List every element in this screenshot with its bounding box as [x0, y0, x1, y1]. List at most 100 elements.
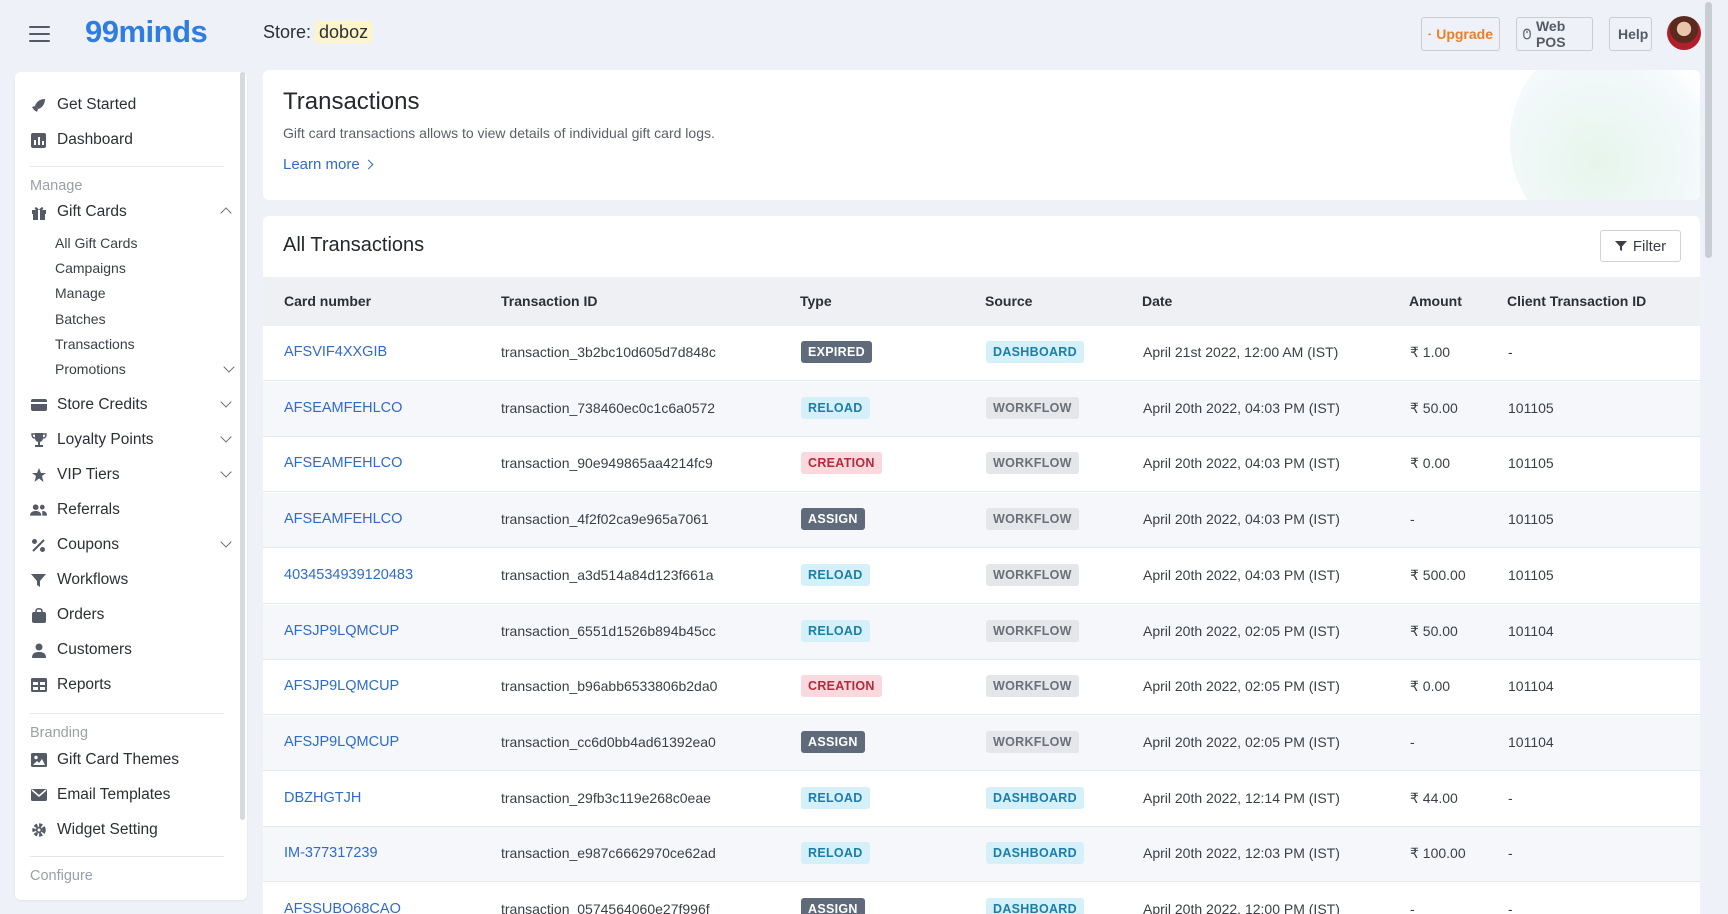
cell-card-number[interactable]: AFSJP9LQMCUP [284, 734, 399, 750]
cell-client-transaction-id: 101105 [1508, 566, 1554, 583]
table-row[interactable]: AFSVIF4XXGIB transaction_3b2bc10d605d7d84… [263, 326, 1700, 381]
column-header-amount[interactable]: Amount [1409, 293, 1462, 309]
web-pos-button[interactable]: Web POS [1516, 17, 1593, 51]
page-scrollbar[interactable] [1705, 2, 1712, 258]
table-icon [30, 677, 47, 694]
sidebar-subitem-manage[interactable]: Manage [55, 282, 106, 304]
user-avatar[interactable] [1667, 16, 1701, 50]
table-row[interactable]: AFSEAMFEHLCO transaction_4f2f02ca9e965a70… [263, 493, 1700, 549]
filter-button[interactable]: Filter [1600, 230, 1681, 262]
cell-date: April 20th 2022, 04:03 PM (IST) [1143, 455, 1340, 472]
cell-amount: ₹ 50.00 [1410, 399, 1458, 416]
column-header-transaction-id[interactable]: Transaction ID [501, 293, 597, 309]
table-title: All Transactions [283, 234, 425, 256]
cell-card-number[interactable]: AFSEAMFEHLCO [284, 511, 402, 527]
learn-more-link[interactable]: Learn more [283, 156, 374, 173]
cell-transaction-id: transaction_0574564060e27f996f [501, 901, 710, 914]
upgrade-button[interactable]: Upgrade [1421, 17, 1500, 51]
cell-card-number[interactable]: IM-377317239 [284, 845, 378, 861]
type-badge: ASSIGN [801, 730, 865, 753]
type-badge: RELOAD [801, 786, 870, 809]
help-button[interactable]: Help [1609, 17, 1652, 51]
sidebar-item-coupons[interactable]: Coupons [30, 530, 232, 560]
sidebar-item-orders[interactable]: Orders [30, 600, 230, 630]
sidebar-item-widget-setting[interactable]: Widget Setting [30, 815, 230, 845]
sidebar-item-store-credits[interactable]: Store Credits [30, 390, 232, 420]
hamburger-menu-icon[interactable] [29, 26, 50, 42]
cell-date: April 20th 2022, 02:05 PM (IST) [1143, 733, 1340, 750]
table-row[interactable]: DBZHGTJH transaction_29fb3c119e268c0eae RE… [263, 772, 1700, 827]
table-row[interactable]: AFSJP9LQMCUP transaction_6551d1526b894b45… [263, 604, 1700, 660]
image-icon [30, 752, 47, 769]
column-header-client-transaction-id[interactable]: Client Transaction ID [1507, 293, 1646, 309]
cell-transaction-id: transaction_b96abb6533806b2da0 [501, 678, 718, 695]
sidebar-item-label: Orders [57, 606, 105, 623]
sidebar-item-customers[interactable]: Customers [30, 635, 230, 665]
sidebar-item-email-templates[interactable]: Email Templates [30, 780, 230, 810]
sidebar-item-workflows[interactable]: Workflows [30, 565, 230, 595]
sidebar-item-referrals[interactable]: Referrals [30, 495, 230, 525]
cell-date: April 20th 2022, 12:14 PM (IST) [1143, 789, 1340, 806]
table-row[interactable]: AFSEAMFEHLCO transaction_738460ec0c1c6a05… [263, 381, 1700, 437]
cell-card-number[interactable]: AFSSUBO68CAO [284, 901, 401, 914]
cell-card-number[interactable]: AFSEAMFEHLCO [284, 400, 402, 416]
sidebar-item-reports[interactable]: Reports [30, 670, 230, 700]
column-header-type[interactable]: Type [800, 293, 832, 309]
sidebar-item-loyalty-points[interactable]: Loyalty Points [30, 425, 232, 455]
table-row[interactable]: AFSSUBO68CAO transaction_0574564060e27f99… [263, 883, 1700, 914]
table-row[interactable]: IM-377317239 transaction_e987c6662970ce62… [263, 827, 1700, 883]
column-header-card-number[interactable]: Card number [284, 293, 371, 309]
sidebar-item-gift-cards[interactable]: Gift Cards [30, 197, 232, 227]
header-decoration [1510, 70, 1700, 200]
source-badge: WORKFLOW [986, 452, 1079, 475]
sidebar-subitem-campaigns[interactable]: Campaigns [55, 257, 126, 279]
table-row[interactable]: AFSJP9LQMCUP transaction_b96abb6533806b2d… [263, 660, 1700, 716]
source-badge: WORKFLOW [986, 396, 1079, 419]
sidebar-subitem-transactions[interactable]: Transactions [55, 333, 135, 355]
cell-date: April 20th 2022, 04:03 PM (IST) [1143, 566, 1340, 583]
web-pos-label: Web POS [1535, 18, 1566, 50]
sidebar-item-gift-card-themes[interactable]: Gift Card Themes [30, 745, 230, 775]
cell-amount: ₹ 0.00 [1410, 678, 1451, 695]
sidebar-item-vip-tiers[interactable]: VIP Tiers [30, 460, 232, 490]
cell-amount: ₹ 44.00 [1410, 789, 1458, 806]
cell-transaction-id: transaction_738460ec0c1c6a0572 [501, 399, 716, 416]
chevron-up-icon [220, 207, 232, 219]
cell-client-transaction-id: 101105 [1508, 399, 1554, 416]
sidebar-item-dashboard[interactable]: Dashboard [30, 125, 230, 155]
table-row[interactable]: AFSEAMFEHLCO transaction_90e949865aa4214f… [263, 437, 1700, 493]
rocket-icon [30, 97, 47, 114]
table-row[interactable]: 4034534939120483 transaction_a3d514a84d12… [263, 549, 1700, 604]
type-badge: RELOAD [801, 842, 870, 865]
type-badge: EXPIRED [801, 341, 872, 363]
cell-card-number[interactable]: AFSJP9LQMCUP [284, 623, 399, 639]
cell-date: April 20th 2022, 12:03 PM (IST) [1143, 845, 1340, 862]
cell-card-number[interactable]: AFSJP9LQMCUP [284, 678, 399, 694]
cell-amount: - [1410, 511, 1415, 528]
app-logo[interactable]: 99minds [85, 14, 208, 50]
cell-card-number[interactable]: AFSEAMFEHLCO [284, 455, 402, 471]
cell-client-transaction-id: - [1508, 789, 1513, 806]
column-header-source[interactable]: Source [985, 293, 1032, 309]
sidebar-item-get-started[interactable]: Get Started [30, 90, 230, 120]
sidebar-item-label: Widget Setting [57, 821, 158, 838]
cell-card-number[interactable]: DBZHGTJH [284, 790, 361, 806]
sidebar-subitem-promotions[interactable]: Promotions [55, 358, 237, 380]
cell-client-transaction-id: 101105 [1508, 455, 1554, 472]
store-name: doboz [315, 21, 373, 43]
cell-card-number[interactable]: AFSVIF4XXGIB [284, 344, 387, 360]
sidebar-subitem-all-gift-cards[interactable]: All Gift Cards [55, 232, 137, 254]
sidebar-scrollbar[interactable] [240, 72, 245, 820]
cell-transaction-id: transaction_3b2bc10d605d7d848c [501, 344, 716, 360]
cell-amount: ₹ 0.00 [1410, 455, 1451, 472]
cell-card-number[interactable]: 4034534939120483 [284, 567, 413, 583]
cell-transaction-id: transaction_29fb3c119e268c0eae [501, 789, 711, 806]
chevron-down-icon [220, 396, 232, 408]
column-header-date[interactable]: Date [1142, 293, 1172, 309]
sidebar-subitem-batches[interactable]: Batches [55, 308, 106, 330]
table-row[interactable]: AFSJP9LQMCUP transaction_cc6d0bb4ad61392e… [263, 715, 1700, 771]
type-badge: ASSIGN [801, 898, 865, 914]
page-header-card: Transactions Gift card transactions allo… [263, 70, 1700, 200]
type-badge: CREATION [801, 452, 882, 475]
cell-client-transaction-id: 101104 [1508, 678, 1554, 695]
